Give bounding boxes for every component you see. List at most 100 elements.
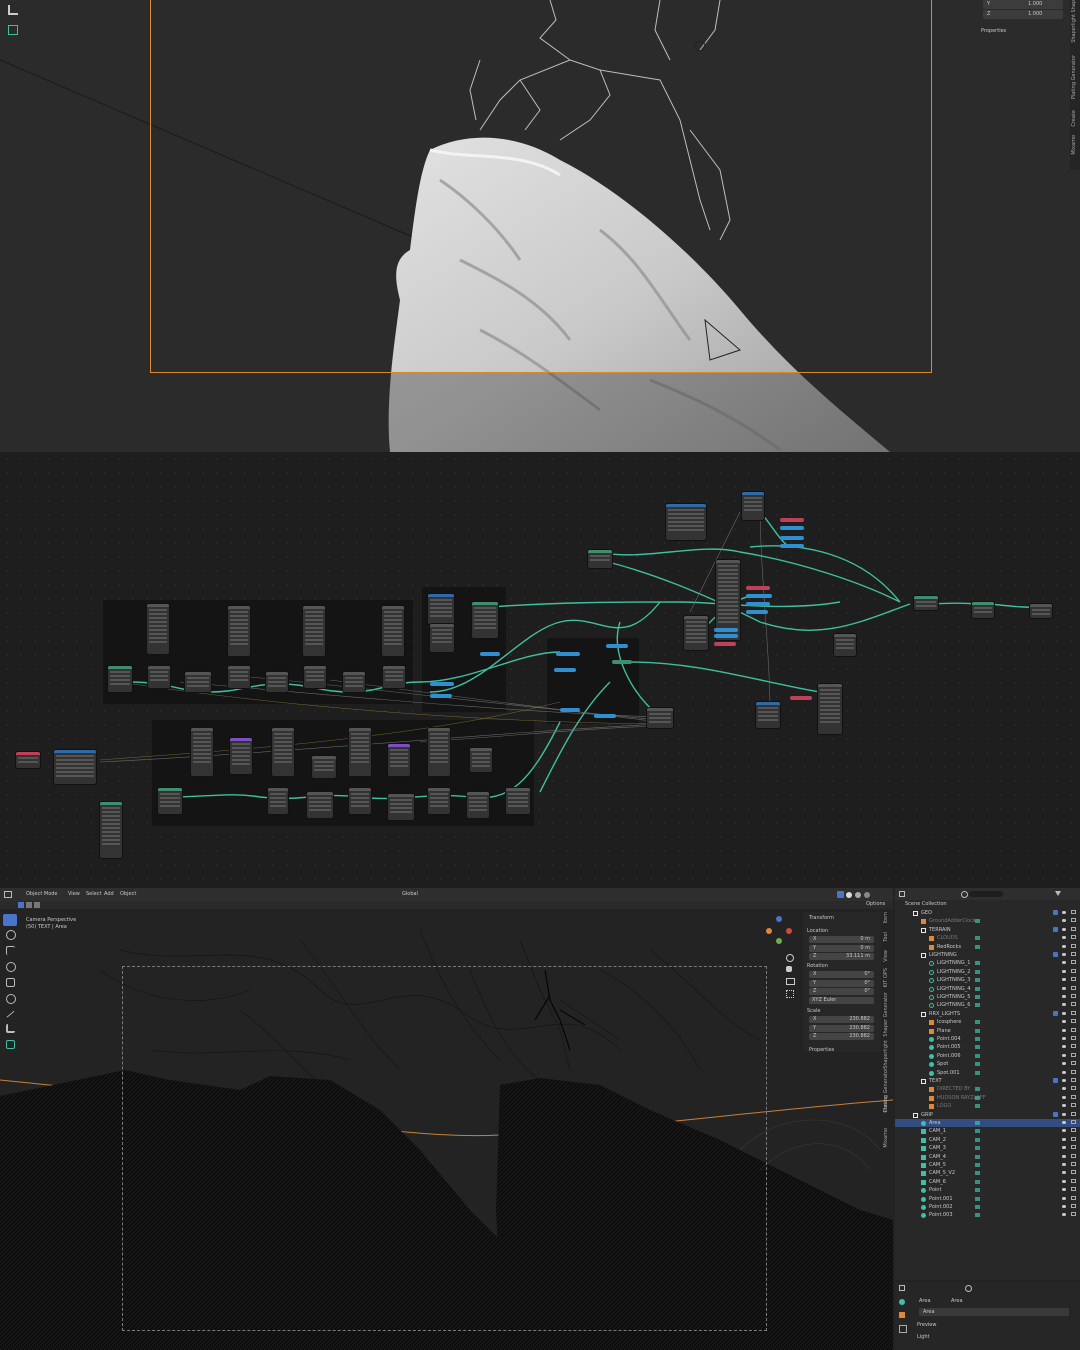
node[interactable]	[228, 606, 250, 656]
outliner-row[interactable]: LIGHTNING_3	[895, 976, 1080, 984]
properties-type-icon[interactable]	[899, 1285, 905, 1291]
sidebar-tab[interactable]: Mixamo	[883, 1128, 891, 1148]
reroute-pill[interactable]	[554, 668, 576, 672]
exclude-checkbox[interactable]	[1053, 952, 1058, 957]
outliner-row[interactable]: CAM_2	[895, 1136, 1080, 1144]
light-data-field[interactable]: Area	[919, 1308, 1069, 1316]
node[interactable]	[268, 788, 288, 814]
visibility-eye-icon[interactable]	[1062, 1087, 1066, 1091]
outliner-row[interactable]: Spot.001	[895, 1069, 1080, 1077]
rot-field[interactable]: Z 0°	[809, 988, 874, 995]
render-camera-icon[interactable]	[1071, 1111, 1076, 1116]
menu-add[interactable]: Add	[104, 891, 114, 898]
visibility-eye-icon[interactable]	[1062, 1062, 1066, 1066]
visibility-eye-icon[interactable]	[1062, 1045, 1066, 1049]
modifier-icon[interactable]	[975, 986, 980, 991]
visibility-eye-icon[interactable]	[1062, 1196, 1066, 1200]
render-camera-icon[interactable]	[1071, 1044, 1076, 1049]
rot-field[interactable]: Y 0°	[809, 979, 874, 987]
properties-editor[interactable]: Area Area Area Preview Light	[895, 1282, 1080, 1350]
visibility-eye-icon[interactable]	[1062, 1003, 1066, 1007]
tab-create[interactable]: Create	[1071, 110, 1079, 127]
render-camera-icon[interactable]	[1071, 1195, 1076, 1200]
render-camera-icon[interactable]	[1071, 935, 1076, 940]
node[interactable]	[506, 788, 530, 814]
light-section[interactable]: Light	[917, 1334, 929, 1341]
reroute-pill[interactable]	[714, 642, 736, 646]
node[interactable]	[972, 602, 994, 618]
outliner-row[interactable]: TEXT	[895, 1077, 1080, 1085]
modifier-icon[interactable]	[975, 1062, 980, 1067]
sidebar-tab[interactable]: View	[883, 950, 891, 962]
loc-field[interactable]: Z 33.111 m	[809, 953, 874, 960]
node[interactable]	[756, 702, 780, 728]
render-camera-icon[interactable]	[1071, 1145, 1076, 1150]
modifier-icon[interactable]	[975, 919, 980, 924]
node[interactable]	[16, 752, 40, 768]
modifier-icon[interactable]	[975, 1146, 980, 1151]
visibility-eye-icon[interactable]	[1062, 1112, 1066, 1116]
visibility-eye-icon[interactable]	[1062, 911, 1066, 914]
visibility-eye-icon[interactable]	[1062, 1104, 1066, 1108]
modifier-icon[interactable]	[975, 969, 980, 974]
visibility-eye-icon[interactable]	[1062, 1095, 1066, 1099]
reroute-pill[interactable]	[780, 526, 804, 530]
exclude-checkbox[interactable]	[1053, 926, 1058, 932]
cursor-tool-icon[interactable]	[6, 930, 16, 940]
node[interactable]	[100, 802, 122, 858]
visibility-eye-icon[interactable]	[1062, 1205, 1066, 1208]
visibility-eye-icon[interactable]	[1062, 1053, 1066, 1057]
modifier-icon[interactable]	[975, 1028, 980, 1033]
rotation-mode-dropdown[interactable]: XYZ Euler	[809, 997, 874, 1004]
annotate-tool-icon[interactable]	[5, 1009, 15, 1018]
node[interactable]	[228, 666, 250, 688]
exclude-checkbox[interactable]	[1053, 910, 1058, 915]
node[interactable]	[147, 604, 169, 654]
select-mode-icon[interactable]	[34, 902, 40, 908]
outliner-row[interactable]: LIGHTNING_1	[895, 959, 1080, 967]
visibility-eye-icon[interactable]	[1062, 944, 1066, 948]
node[interactable]	[388, 744, 410, 776]
outliner-row[interactable]: Point.001	[895, 1195, 1080, 1203]
gizmo-z-icon[interactable]	[776, 916, 782, 922]
scl-field[interactable]: X 230.882	[809, 1016, 874, 1023]
reroute-pill[interactable]	[612, 660, 632, 664]
visibility-eye-icon[interactable]	[1062, 1179, 1066, 1183]
modifier-icon[interactable]	[975, 1171, 980, 1176]
node[interactable]	[430, 624, 454, 652]
scl-field[interactable]: Z 230.882	[809, 1033, 874, 1040]
reroute-pill[interactable]	[780, 544, 804, 548]
visibility-eye-icon[interactable]	[1062, 919, 1066, 923]
outliner-row[interactable]: CAM_6	[895, 1178, 1080, 1186]
tab-shap[interactable]: Shap	[1071, 0, 1079, 13]
node[interactable]	[382, 606, 404, 656]
reroute-pill[interactable]	[790, 696, 812, 700]
modifier-icon[interactable]	[975, 1179, 980, 1184]
pan-hand-icon[interactable]	[786, 966, 792, 972]
outliner[interactable]: Scene Collection GEO GroundAdderClock TERR…	[895, 888, 1080, 1280]
node[interactable]	[343, 672, 365, 692]
node[interactable]	[818, 684, 842, 734]
node[interactable]	[349, 728, 371, 776]
node[interactable]	[666, 504, 706, 540]
geometry-node-editor[interactable]	[0, 452, 1080, 888]
modifier-icon[interactable]	[975, 1003, 980, 1008]
outliner-row[interactable]: Point.004	[895, 1035, 1080, 1043]
visibility-eye-icon[interactable]	[1062, 936, 1066, 940]
filter-icon[interactable]	[1055, 891, 1061, 896]
light-data-tab-icon[interactable]	[899, 1299, 905, 1305]
exclude-checkbox[interactable]	[1053, 1111, 1058, 1117]
loc-field[interactable]: Y 0 m	[809, 944, 874, 952]
render-camera-icon[interactable]	[1071, 943, 1076, 948]
modifier-icon[interactable]	[975, 995, 980, 999]
outliner-row[interactable]: Area	[895, 1119, 1080, 1128]
modifier-icon[interactable]	[975, 1037, 980, 1041]
outliner-row[interactable]: RedRocks	[895, 943, 1080, 951]
node[interactable]	[148, 666, 170, 688]
visibility-eye-icon[interactable]	[1062, 1171, 1066, 1175]
search-icon[interactable]	[961, 891, 968, 898]
render-camera-icon[interactable]	[1071, 1103, 1076, 1108]
render-camera-icon[interactable]	[1071, 968, 1076, 973]
visibility-eye-icon[interactable]	[1062, 978, 1066, 982]
outliner-type-icon[interactable]	[899, 891, 905, 897]
